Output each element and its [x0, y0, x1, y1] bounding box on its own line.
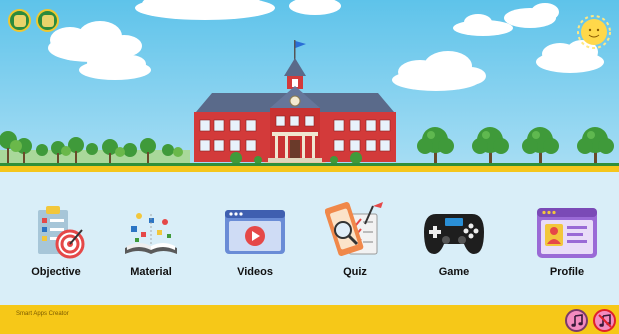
video-player-icon	[225, 210, 285, 254]
menu-profile-button[interactable]: Profile	[525, 200, 609, 286]
gamepad-icon	[424, 214, 484, 254]
objective-icon	[38, 206, 85, 259]
cloud-left	[48, 21, 151, 80]
school-building	[194, 40, 396, 164]
menu-material-label: Material	[130, 266, 172, 278]
main-menu: Objective Material Videos Quiz Game Prof…	[0, 172, 619, 305]
menu-profile-label: Profile	[549, 266, 585, 278]
app-screen: Objective Material Videos Quiz Game Prof…	[0, 0, 619, 334]
music-off-button[interactable]	[593, 309, 616, 332]
menu-quiz-button[interactable]: Quiz	[313, 200, 397, 286]
cloud-right	[392, 3, 604, 91]
school-crest-icon	[8, 9, 31, 32]
school-scene	[0, 0, 619, 166]
credit-text: Smart Apps Creator	[16, 311, 69, 317]
menu-objective-button[interactable]: Objective	[14, 200, 98, 286]
hero-banner	[0, 0, 619, 172]
menu-videos-button[interactable]: Videos	[213, 200, 297, 286]
tree-line-right	[417, 127, 614, 166]
music-off-icon	[597, 313, 612, 328]
music-on-button[interactable]	[565, 309, 588, 332]
menu-game-label: Game	[438, 266, 470, 278]
institution-crest-icon	[36, 9, 59, 32]
open-book-icon	[125, 213, 177, 254]
menu-videos-label: Videos	[237, 266, 273, 278]
menu-quiz-label: Quiz	[343, 266, 367, 278]
quiz-clipboard-icon	[325, 201, 383, 257]
cloud-top-center	[135, 0, 341, 20]
menu-material-button[interactable]: Material	[109, 200, 193, 286]
profile-card-icon	[537, 208, 597, 258]
menu-game-button[interactable]: Game	[412, 200, 496, 286]
sun-icon	[577, 15, 611, 49]
footer-bar: Smart Apps Creator	[0, 305, 619, 334]
music-note-icon	[570, 313, 583, 327]
menu-objective-label: Objective	[31, 266, 81, 278]
clouds	[48, 0, 604, 91]
tree-line-left	[0, 131, 190, 166]
